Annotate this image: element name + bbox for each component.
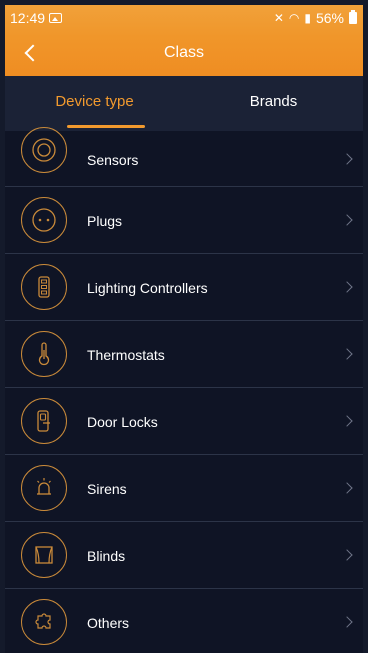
list-item-label: Thermostats (87, 347, 165, 363)
list-item-label: Lighting Controllers (87, 280, 208, 296)
app-screen: 12:49 ✕ ◠ ▮ 56% Class Device type Brands… (5, 5, 363, 653)
list-item-plugs[interactable]: Plugs (5, 187, 363, 254)
chevron-right-icon (341, 348, 353, 360)
list-item-label: Door Locks (87, 414, 158, 430)
others-icon (21, 599, 67, 645)
list-item-label: Plugs (87, 213, 123, 229)
signal-icon: ▮ (304, 11, 311, 25)
active-tab-indicator (67, 125, 145, 128)
chevron-right-icon (341, 281, 353, 293)
plug-icon (21, 197, 67, 243)
sensor-icon (21, 127, 67, 173)
status-bar: 12:49 ✕ ◠ ▮ 56% (5, 5, 363, 31)
chevron-right-icon (341, 616, 353, 628)
list-item-lighting-controllers[interactable]: Lighting Controllers (5, 254, 363, 321)
list-item-label: Sensors (87, 152, 139, 168)
tab-brands[interactable]: Brands (184, 76, 363, 131)
chevron-right-icon (341, 214, 353, 226)
battery-percent: 56% (315, 10, 344, 26)
chevron-right-icon (341, 153, 353, 165)
gallery-icon (49, 13, 62, 23)
lighting-controller-icon (21, 264, 67, 310)
list-item-door-locks[interactable]: Door Locks (5, 388, 363, 455)
list-item-blinds[interactable]: Blinds (5, 522, 363, 589)
siren-icon (21, 465, 67, 511)
list-item-sirens[interactable]: Sirens (5, 455, 363, 522)
header: Class (5, 31, 363, 76)
list-item-label: Sirens (87, 481, 127, 497)
chevron-right-icon (341, 415, 353, 427)
wifi-icon: ◠ (288, 11, 300, 25)
chevron-right-icon (341, 549, 353, 561)
tab-bar: Device type Brands (5, 76, 363, 131)
status-time: 12:49 (10, 10, 46, 26)
list-item-thermostats[interactable]: Thermostats (5, 321, 363, 388)
door-lock-icon (21, 398, 67, 444)
thermostat-icon (21, 331, 67, 377)
blinds-icon (21, 532, 67, 578)
page-title: Class (163, 44, 204, 61)
device-type-list: Sensors Plugs Lighting Controllers Therm… (5, 127, 363, 653)
list-item-label: Blinds (87, 548, 126, 564)
battery-icon (349, 10, 357, 24)
status-right: ✕ ◠ ▮ 56% (274, 10, 357, 26)
list-item-sensors[interactable]: Sensors (5, 127, 363, 187)
top-bar: 12:49 ✕ ◠ ▮ 56% Class (5, 5, 363, 76)
list-item-label: Others (87, 615, 130, 631)
tab-device-type[interactable]: Device type (5, 76, 184, 131)
mute-icon: ✕ (273, 11, 284, 25)
chevron-right-icon (341, 482, 353, 494)
list-item-others[interactable]: Others (5, 589, 363, 653)
